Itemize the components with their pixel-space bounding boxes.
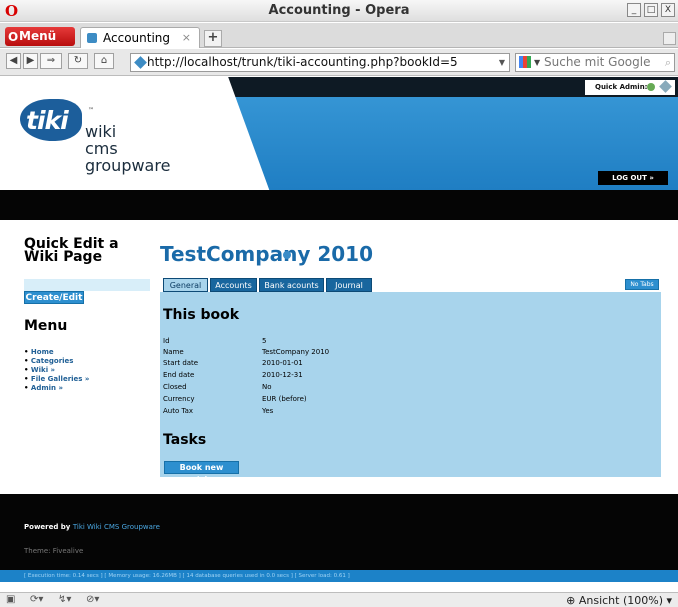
field-value: TestCompany 2010 — [262, 348, 330, 356]
tab-accounting[interactable]: Accounting × — [80, 27, 200, 48]
tab-menu-button[interactable] — [663, 32, 676, 45]
menu-item-categories[interactable]: Categories — [24, 357, 89, 366]
search-engine-dropdown-icon[interactable]: ▼ — [534, 54, 540, 71]
logo-line-wiki: wiki — [85, 122, 117, 141]
page-title: TestCompany 2010 — [160, 242, 373, 266]
tab-accounts[interactable]: Accounts — [210, 278, 257, 292]
menu-item-file-galleries[interactable]: File Galleries » — [24, 375, 90, 384]
menu-item-home[interactable]: Home — [24, 348, 89, 357]
sync-icon[interactable]: ↯▾ — [58, 594, 71, 605]
opera-menu-button[interactable]: O Menü — [5, 27, 75, 46]
tab-general[interactable]: General — [163, 278, 208, 292]
field-value: EUR (before) — [262, 395, 307, 403]
modules-icon[interactable] — [647, 83, 655, 91]
search-field[interactable]: ▼ Suche mit Google ⌕ — [515, 53, 675, 72]
speed-dial-icon[interactable]: ⟳▾ — [30, 594, 43, 605]
create-edit-button[interactable]: Create/Edit — [24, 291, 84, 304]
maximize-button[interactable]: □ — [644, 3, 658, 17]
field-label: Name — [163, 348, 184, 356]
field-value: 2010-01-01 — [262, 359, 303, 367]
logo-line-groupware: groupware — [85, 156, 171, 175]
zoom-control[interactable]: ⊕ Ansicht (100%) ▾ — [566, 594, 672, 607]
search-placeholder: Suche mit Google — [544, 55, 651, 69]
quick-admin[interactable]: Quick Admin: — [585, 80, 675, 95]
field-label: Start date — [163, 359, 199, 367]
tab-label: Accounting — [103, 31, 171, 45]
book-new-entries-button[interactable]: Book new entries — [164, 461, 239, 484]
opera-menu-label: Menü — [19, 29, 57, 43]
field-label: Currency — [163, 395, 195, 403]
powered-by-link[interactable]: Tiki Wiki CMS Groupware — [73, 523, 160, 531]
home-button[interactable]: ⌂ — [94, 53, 114, 69]
powered-by: Powered by Tiki Wiki CMS Groupware — [24, 523, 160, 531]
logo-tagline: wiki cms groupware — [85, 123, 170, 174]
search-icon[interactable]: ⌕ — [665, 54, 671, 71]
tab-journal[interactable]: Journal — [326, 278, 372, 292]
page-help-icon[interactable] — [283, 251, 291, 259]
field-label: Auto Tax — [163, 407, 194, 415]
theme-label: Theme: Fivealive — [24, 547, 84, 555]
logo-trademark: ™ — [88, 107, 94, 114]
panel-toggle-icon[interactable]: ▣ — [6, 594, 15, 605]
tiki-favicon-icon — [87, 33, 97, 43]
google-icon[interactable] — [519, 56, 531, 68]
top-bar — [0, 190, 678, 220]
opera-menu-icon: O — [8, 30, 19, 44]
menu-item-wiki[interactable]: Wiki » — [24, 366, 89, 375]
url-text: http://localhost/trunk/tiki-accounting.p… — [147, 55, 458, 69]
logout-button[interactable]: LOG OUT » — [598, 171, 668, 185]
field-value: 2010-12-31 — [262, 371, 303, 379]
tab-bank-acounts[interactable]: Bank acounts — [259, 278, 324, 292]
window-title: Accounting - Opera — [268, 3, 410, 18]
logo-word: tiki — [26, 106, 69, 135]
site-header: tiki ™ wiki cms groupware Quick Admin: L… — [0, 77, 678, 190]
url-dropdown-icon[interactable]: ▼ — [499, 54, 505, 71]
fast-forward-button[interactable]: ⇒ — [40, 53, 62, 69]
no-tabs-button[interactable]: No Tabs — [625, 279, 659, 290]
address-field[interactable]: http://localhost/trunk/tiki-accounting.p… — [130, 53, 510, 72]
tasks-heading: Tasks — [163, 432, 207, 448]
field-label: End date — [163, 371, 195, 379]
minimize-button[interactable]: _ — [627, 3, 641, 17]
powered-by-label: Powered by — [24, 523, 71, 531]
forward-button[interactable]: ▶ — [23, 53, 38, 69]
field-value: No — [262, 383, 272, 391]
menu-title: Menu — [24, 318, 68, 334]
field-label: Id — [163, 337, 170, 345]
site-footer — [0, 494, 678, 570]
field-value: 5 — [262, 337, 267, 345]
main-menu: Home Categories Wiki » File Galleries » … — [24, 348, 90, 393]
field-value: Yes — [262, 407, 274, 415]
logo-line-cms: cms — [85, 139, 118, 158]
server-stats: [ Execution time: 0.14 secs ] [ Memory u… — [0, 570, 678, 582]
field-label: Closed — [163, 383, 187, 391]
menu-item-admin[interactable]: Admin » — [24, 384, 89, 393]
book-heading: This book — [163, 307, 240, 323]
window-titlebar: O Accounting - Opera _ □ X — [0, 0, 678, 22]
browser-statusbar: ▣ ⟳▾ ↯▾ ⊘▾ ⊕ Ansicht (100%) ▾ — [0, 592, 678, 607]
close-button[interactable]: X — [661, 3, 675, 17]
quick-edit-title: Quick Edit a Wiki Page — [24, 236, 119, 265]
new-tab-button[interactable]: + — [204, 30, 222, 47]
close-tab-icon[interactable]: × — [182, 28, 191, 48]
edit-icon[interactable] — [659, 80, 672, 93]
reload-button[interactable]: ↻ — [68, 53, 88, 69]
quick-admin-label: Quick Admin: — [595, 83, 648, 91]
quick-edit-input[interactable] — [24, 279, 150, 291]
content-block-icon[interactable]: ⊘▾ — [86, 594, 99, 605]
back-button[interactable]: ◀ — [6, 53, 21, 69]
